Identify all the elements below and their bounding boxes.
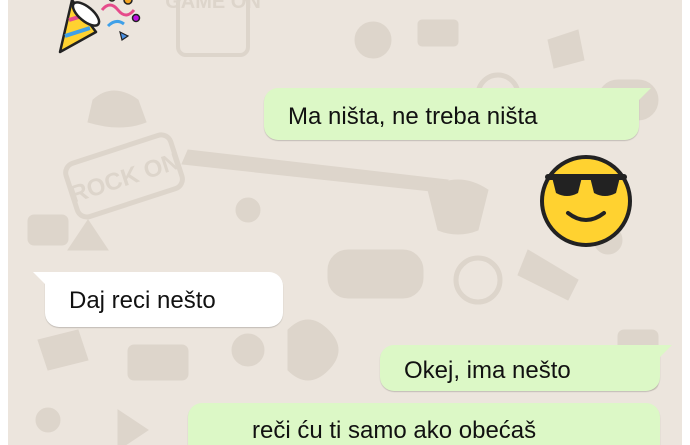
message-text: Daj reci nešto [69,287,216,314]
party-popper-emoji [58,0,141,54]
outgoing-message-bubble[interactable]: Ma ništa, ne treba ništa [264,88,651,140]
outgoing-message-bubble[interactable]: Okej, ima nešto [380,345,672,391]
bubble-tail [658,345,672,359]
message-text: reči ću ti samo ako obećaš [252,417,537,444]
wallpaper-label-game: GAME ON [165,0,261,13]
outgoing-message-bubble[interactable]: reči ću ti samo ako obećaš [188,403,660,445]
message-text: Ma ništa, ne treba ništa [288,103,538,130]
message-text: Okej, ima nešto [404,357,571,384]
smiling-face-with-sunglasses-emoji[interactable] [538,153,634,249]
bubble-tail [637,88,651,102]
bubble-tail [33,272,47,286]
chat-area[interactable]: GAME ON ROCK ON Ma ništa, ne treba ništa… [8,0,682,445]
incoming-message-bubble[interactable]: Daj reci nešto [33,272,283,327]
